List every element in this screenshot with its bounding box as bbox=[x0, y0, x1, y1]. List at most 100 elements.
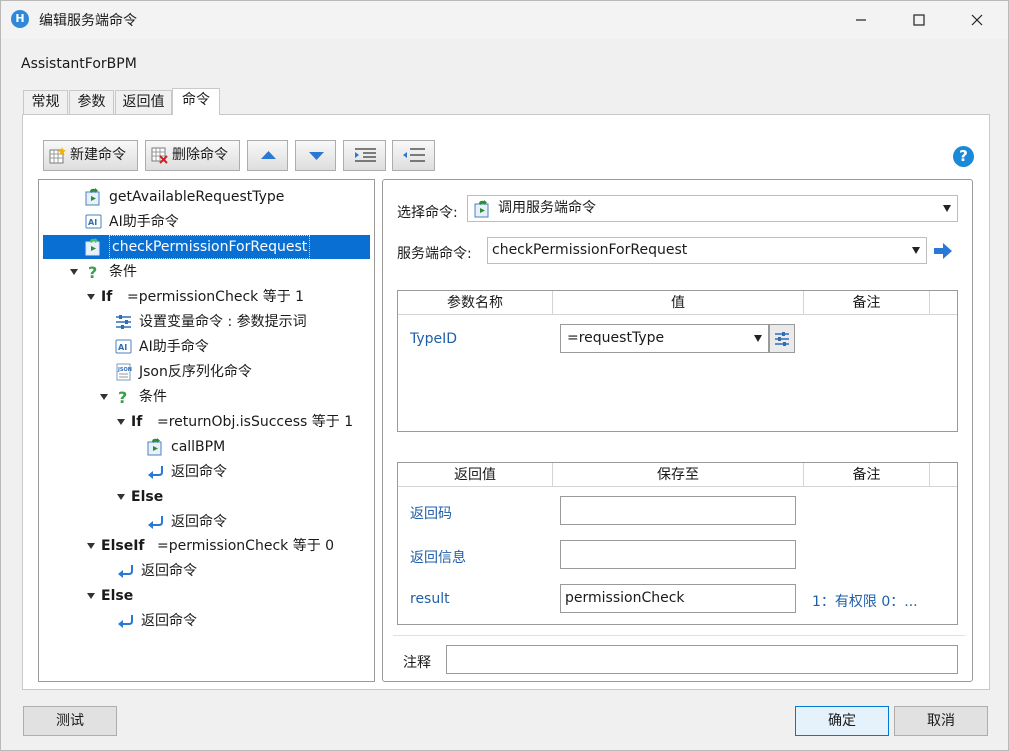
tree-node-label: Json反序列化命令 bbox=[139, 364, 252, 380]
collapse-triangle-icon[interactable] bbox=[87, 294, 95, 300]
server-command-icon bbox=[147, 438, 162, 456]
return-icon bbox=[148, 516, 163, 529]
tree-node-condition: =permissionCheck 等于 1 bbox=[127, 289, 305, 305]
outdent-button[interactable] bbox=[392, 140, 435, 171]
indent-icon bbox=[355, 148, 376, 162]
tree-node-condition: =permissionCheck 等于 0 bbox=[157, 538, 335, 554]
tree-node[interactable]: ? 条件 bbox=[115, 385, 315, 409]
tree-node[interactable]: AI AI助手命令 bbox=[115, 335, 365, 359]
chevron-down-icon bbox=[754, 335, 762, 342]
svg-text:AI: AI bbox=[88, 218, 97, 227]
server-command-icon bbox=[85, 188, 100, 206]
param-value-dropdown[interactable]: =requestType bbox=[560, 324, 769, 353]
collapse-triangle-icon[interactable] bbox=[117, 494, 125, 500]
collapse-triangle-icon[interactable] bbox=[87, 593, 95, 599]
tree-node[interactable]: 返回命令 bbox=[147, 510, 347, 534]
tree-node[interactable]: AI AI助手命令 bbox=[85, 210, 365, 234]
tree-node-label: checkPermissionForRequest bbox=[109, 235, 311, 259]
return-save-to-input[interactable] bbox=[560, 540, 796, 569]
column-header: 备注 bbox=[804, 291, 930, 315]
tab-commands[interactable]: 命令 bbox=[172, 88, 220, 115]
tree-node[interactable]: callBPM bbox=[147, 435, 347, 459]
navigate-arrow-icon[interactable] bbox=[933, 242, 953, 260]
return-name: 返回信息 bbox=[410, 550, 466, 566]
return-note: 1：有权限 0：... bbox=[812, 594, 918, 610]
tree-node-label: callBPM bbox=[171, 439, 226, 455]
column-header: 参数名称 bbox=[398, 291, 553, 315]
maximize-button[interactable] bbox=[890, 1, 948, 39]
return-icon bbox=[118, 615, 133, 628]
tree-node[interactable]: 返回命令 bbox=[117, 559, 317, 583]
parameters-grid-header: 参数名称 值 备注 bbox=[398, 291, 957, 315]
app-logo-icon: H bbox=[11, 10, 29, 28]
collapse-triangle-icon[interactable] bbox=[87, 543, 95, 549]
tree-node-if[interactable]: If =returnObj.isSuccess 等于 1 bbox=[131, 410, 371, 434]
test-button[interactable]: 测试 bbox=[23, 706, 117, 736]
comment-label: 注释 bbox=[403, 655, 431, 671]
svg-text:AI: AI bbox=[118, 343, 127, 352]
return-name: result bbox=[410, 591, 450, 607]
return-save-to-input[interactable] bbox=[560, 496, 796, 525]
command-tree[interactable]: getAvailableRequestType AI AI助手命令 checkP… bbox=[38, 179, 375, 682]
tree-node-keyword: If bbox=[101, 289, 113, 305]
cancel-button[interactable]: 取消 bbox=[894, 706, 988, 736]
move-up-button[interactable] bbox=[247, 140, 288, 171]
help-icon[interactable]: ? bbox=[953, 146, 974, 167]
condition-icon: ? bbox=[118, 388, 127, 406]
tree-node[interactable]: 返回命令 bbox=[117, 609, 317, 633]
tree-node-label: 返回命令 bbox=[171, 514, 227, 530]
tree-node[interactable]: JSON Json反序列化命令 bbox=[115, 360, 365, 384]
delete-command-button[interactable]: 删除命令 bbox=[145, 140, 240, 171]
move-down-button[interactable] bbox=[295, 140, 336, 171]
param-name: TypeID bbox=[410, 331, 458, 347]
svg-text:?: ? bbox=[88, 263, 97, 281]
delete-command-icon bbox=[151, 147, 168, 164]
tree-node-if[interactable]: If =permissionCheck 等于 1 bbox=[101, 285, 361, 309]
new-command-button[interactable]: 新建命令 bbox=[43, 140, 138, 171]
indent-button[interactable] bbox=[343, 140, 386, 171]
tree-node-elseif[interactable]: ElseIf =permissionCheck 等于 0 bbox=[101, 534, 371, 558]
tree-node-keyword: If bbox=[131, 414, 143, 430]
tree-node[interactable]: getAvailableRequestType bbox=[85, 185, 365, 209]
tab-general[interactable]: 常规 bbox=[23, 90, 68, 114]
return-name: 返回码 bbox=[410, 506, 452, 522]
return-values-grid-header: 返回值 保存至 备注 bbox=[398, 463, 957, 487]
select-command-dropdown[interactable]: 调用服务端命令 bbox=[467, 195, 958, 222]
json-icon: JSON bbox=[116, 363, 132, 381]
divider bbox=[393, 635, 965, 636]
tree-node-else[interactable]: Else bbox=[101, 584, 201, 608]
tab-parameters[interactable]: 参数 bbox=[69, 90, 114, 114]
ok-button[interactable]: 确定 bbox=[795, 706, 889, 736]
return-icon bbox=[118, 565, 133, 578]
tree-node-label: AI助手命令 bbox=[139, 339, 209, 355]
collapse-triangle-icon[interactable] bbox=[117, 419, 125, 425]
tab-return-values[interactable]: 返回值 bbox=[115, 90, 172, 114]
column-header: 返回值 bbox=[398, 463, 553, 487]
outdent-icon bbox=[403, 148, 425, 162]
minimize-button[interactable] bbox=[832, 1, 890, 39]
server-command-dropdown[interactable]: checkPermissionForRequest bbox=[487, 237, 927, 264]
comment-input[interactable] bbox=[446, 645, 958, 674]
tree-node-label: 设置变量命令 : 参数提示词 bbox=[139, 314, 307, 330]
delete-command-label: 删除命令 bbox=[172, 147, 228, 163]
return-values-grid: 返回值 保存至 备注 返回码 返回信息 result permissionChe… bbox=[397, 462, 958, 625]
tree-node[interactable]: 返回命令 bbox=[147, 460, 347, 484]
tree-node-label: 条件 bbox=[109, 264, 137, 280]
column-header: 备注 bbox=[804, 463, 930, 487]
server-command-icon bbox=[85, 238, 100, 256]
return-save-to-input[interactable]: permissionCheck bbox=[560, 584, 796, 613]
tree-node-keyword: Else bbox=[131, 489, 164, 505]
tree-node-else[interactable]: Else bbox=[131, 485, 231, 509]
close-button[interactable] bbox=[948, 1, 1006, 39]
tree-node[interactable]: 设置变量命令 : 参数提示词 bbox=[115, 310, 365, 334]
formula-editor-button[interactable] bbox=[769, 324, 795, 353]
ai-assistant-icon: AI bbox=[115, 339, 132, 354]
tree-node-condition: =returnObj.isSuccess 等于 1 bbox=[157, 414, 354, 430]
column-header: 保存至 bbox=[553, 463, 804, 487]
tree-node[interactable]: ? 条件 bbox=[85, 260, 285, 284]
tree-node-selected[interactable]: checkPermissionForRequest bbox=[43, 235, 370, 259]
arrow-up-icon bbox=[261, 151, 276, 159]
collapse-triangle-icon[interactable] bbox=[70, 269, 78, 275]
collapse-triangle-icon[interactable] bbox=[100, 394, 108, 400]
new-command-icon bbox=[49, 147, 66, 164]
